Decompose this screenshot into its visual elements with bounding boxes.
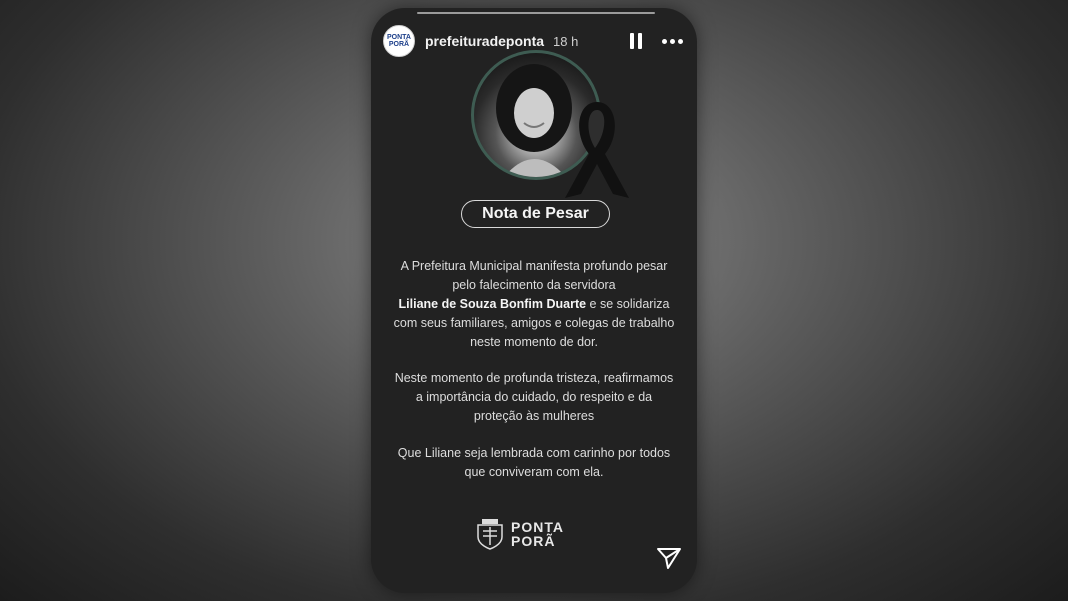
- logo-line-1: PONTA: [511, 519, 564, 535]
- avatar-line-1: PONTA: [387, 34, 411, 41]
- profile-avatar[interactable]: PONTA PORÃ: [383, 25, 415, 57]
- deceased-name: Liliane de Souza Bonfim Duarte: [398, 297, 587, 311]
- paragraph-condolence: A Prefeitura Municipal manifesta profund…: [391, 257, 677, 352]
- logo-wordmark: PONTA PORÃ: [511, 520, 564, 548]
- send-icon[interactable]: [656, 546, 682, 570]
- story-progress-bar: [417, 12, 655, 14]
- coat-of-arms-icon: [477, 519, 503, 550]
- post-time: 18 h: [553, 33, 579, 49]
- mourning-ribbon-icon: [565, 102, 629, 198]
- avatar-line-2: PORÃ: [388, 41, 410, 48]
- story-viewer: PONTA PORÃ prefeituradeponta 18 h Nota d…: [371, 8, 697, 593]
- pause-icon[interactable]: [630, 33, 642, 49]
- paragraph-reflection: Neste momento de profunda tristeza, reaf…: [394, 371, 674, 423]
- more-options-icon[interactable]: [662, 38, 683, 44]
- username[interactable]: prefeituradeponta: [425, 33, 544, 49]
- post-title: Nota de Pesar: [461, 200, 610, 228]
- city-logo: PONTA PORÃ: [475, 513, 599, 555]
- condolence-intro: A Prefeitura Municipal manifesta profund…: [400, 259, 668, 292]
- logo-line-2: PORÃ: [511, 533, 556, 549]
- paragraph-remembrance: Que Liliane seja lembrada com carinho po…: [397, 446, 671, 479]
